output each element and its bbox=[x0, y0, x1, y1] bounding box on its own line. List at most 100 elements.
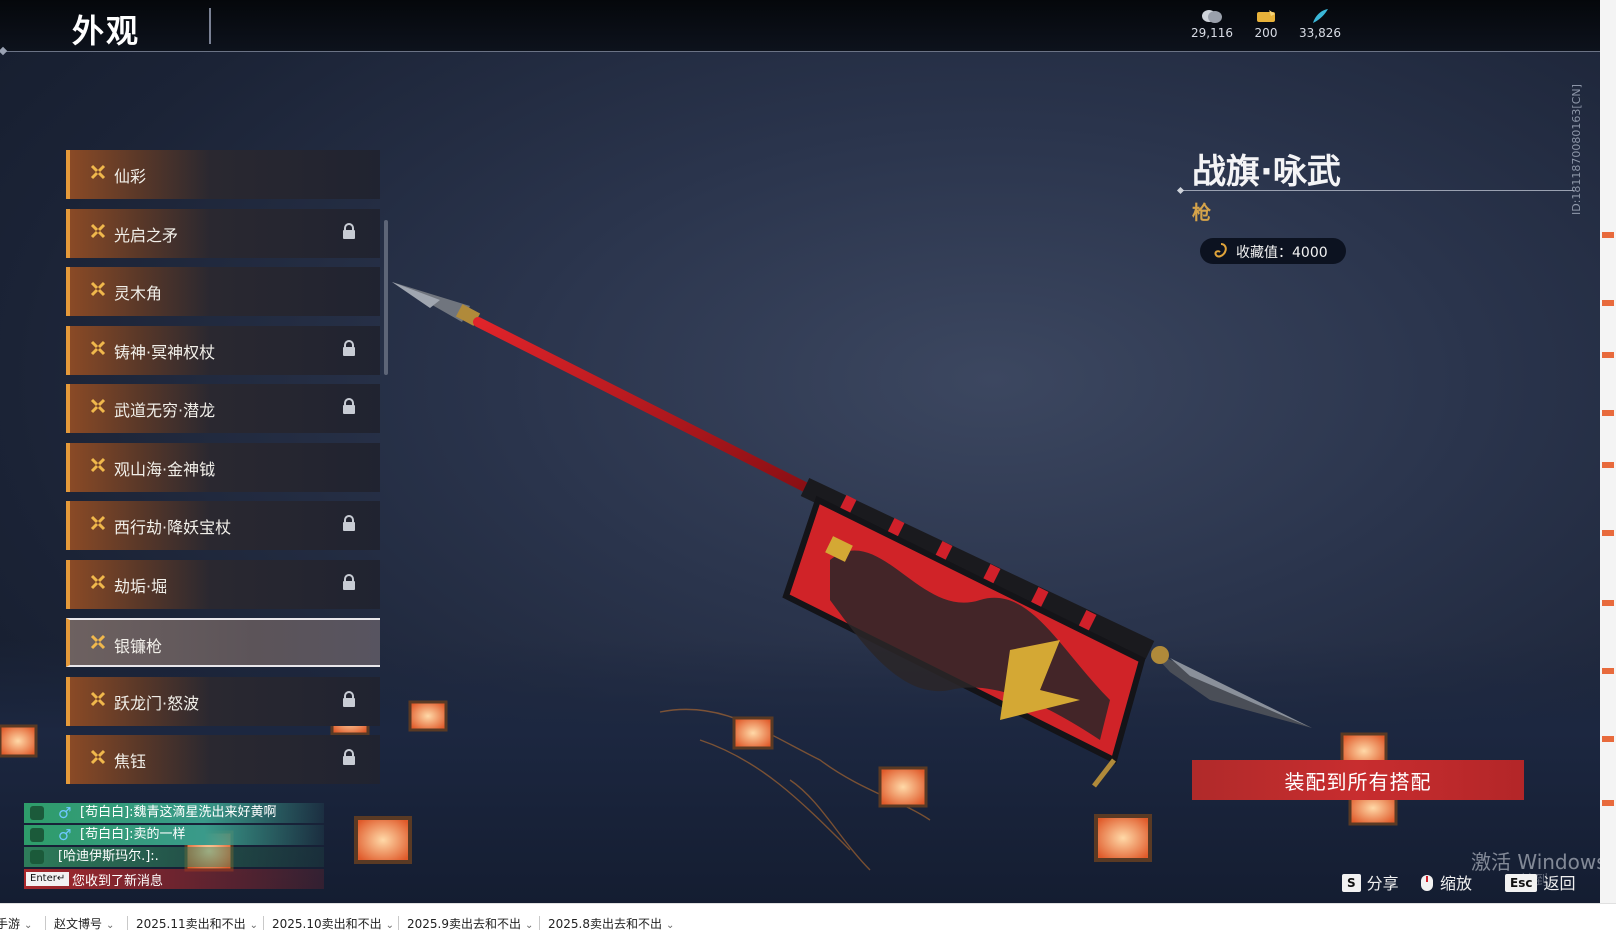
appearance-item-label: 铸神·冥神权杖 bbox=[114, 342, 216, 362]
currency-coin: 29,116 bbox=[1184, 8, 1240, 40]
ticket-amount: 200 bbox=[1254, 26, 1278, 40]
lock-icon bbox=[343, 515, 355, 531]
title-divider bbox=[209, 8, 211, 44]
share-key: S bbox=[1342, 874, 1361, 892]
sheet-tab[interactable]: 2025.11卖出和不出 ⌄ bbox=[136, 915, 258, 932]
male-icon: ♂ bbox=[58, 826, 72, 844]
appearance-item[interactable]: 铸神·冥神权杖 bbox=[66, 325, 380, 375]
weapon-type: 枪 bbox=[1192, 202, 1212, 224]
list-scrollbar[interactable] bbox=[384, 220, 388, 375]
weapon-mark-icon bbox=[90, 223, 106, 238]
appearance-item-label: 劫垢·堀 bbox=[114, 576, 168, 596]
sheet-tab[interactable]: 2025.10卖出和不出 ⌄ bbox=[272, 915, 394, 932]
weapon-mark-icon bbox=[90, 281, 106, 297]
appearance-item[interactable]: 跃龙门·怒波 bbox=[66, 676, 380, 726]
weapon-mark-icon bbox=[90, 691, 106, 706]
appearance-item[interactable]: 银镰枪 bbox=[66, 618, 380, 667]
collection-value: 收藏值：4000 bbox=[1236, 245, 1328, 261]
appearance-item[interactable]: 焦钰 bbox=[66, 735, 380, 784]
page-title: 外观 bbox=[72, 12, 141, 50]
chevron-down-icon: ⌄ bbox=[666, 920, 675, 931]
weapon-mark-icon bbox=[90, 749, 106, 765]
lock-icon bbox=[343, 222, 355, 239]
appearance-item[interactable]: 劫垢·堀 bbox=[66, 559, 380, 609]
enter-key: Enter↵ bbox=[26, 872, 70, 886]
tab-separator bbox=[45, 916, 46, 930]
currency-ticket: 200 bbox=[1238, 8, 1294, 40]
build-id: ID:1811870080163[CN] bbox=[1570, 84, 1583, 215]
lock-icon bbox=[343, 398, 355, 414]
player-badge-icon bbox=[30, 806, 44, 820]
name-underline bbox=[1182, 190, 1574, 191]
tab-separator bbox=[398, 916, 399, 930]
top-bar: 外观 29,116 200 33,826 bbox=[0, 0, 1600, 52]
weapon-mark-icon bbox=[90, 574, 106, 589]
chevron-down-icon: ⌄ bbox=[385, 920, 395, 931]
share-hint[interactable]: S 分享 bbox=[1342, 870, 1399, 893]
tab-separator bbox=[127, 916, 128, 930]
appearance-item[interactable]: 仙彩 bbox=[66, 150, 380, 199]
weapon-mark-icon bbox=[90, 340, 106, 355]
appearance-item-label: 焦钰 bbox=[114, 752, 147, 771]
feather-icon bbox=[1313, 9, 1328, 23]
collection-icon bbox=[1214, 243, 1227, 258]
appearance-item-label: 灵木角 bbox=[114, 284, 163, 303]
appearance-item-label: 西行劫·降妖宝杖 bbox=[114, 518, 232, 537]
zoom-hint[interactable]: 缩放 bbox=[1420, 870, 1473, 893]
player-badge-icon bbox=[30, 828, 44, 842]
coin-amount: 29,116 bbox=[1191, 26, 1233, 40]
appearance-item[interactable]: 武道无穷·潜龙 bbox=[66, 384, 380, 433]
appearance-item-label: 跃龙门·怒波 bbox=[114, 693, 200, 713]
appearance-item-label: 光启之矛 bbox=[114, 225, 179, 245]
mouse-icon bbox=[1421, 875, 1433, 891]
chevron-down-icon: ⌄ bbox=[24, 920, 33, 931]
sheet-tab[interactable]: 2025.8卖出去和不出 ⌄ bbox=[548, 915, 674, 932]
currency-feather: 33,826 bbox=[1292, 8, 1348, 40]
ticket-icon bbox=[1257, 10, 1275, 22]
weapon-name: 战旗·咏武 bbox=[1192, 152, 1341, 192]
sheet-tab-bar: 手游 ⌄ 赵文博号 ⌄ 2025.11卖出和不出 ⌄ 2025.10卖出和不出 ⌄ 2025.9… bbox=[0, 903, 1616, 939]
chat-message: ♂ [苟白白]:卖的一样 bbox=[24, 825, 324, 845]
weapon-mark-icon bbox=[90, 457, 106, 472]
appearance-item[interactable]: 灵木角 bbox=[66, 267, 380, 316]
appearance-item[interactable]: 观山海·金神钺 bbox=[66, 442, 380, 492]
appearance-item[interactable]: 光启之矛 bbox=[66, 208, 380, 258]
weapon-mark-icon bbox=[90, 515, 106, 531]
appearance-item-label: 仙彩 bbox=[114, 167, 147, 186]
new-message-notice: 您收到了新消息 bbox=[72, 874, 164, 889]
chevron-down-icon: ⌄ bbox=[106, 920, 115, 931]
equip-to-all-outfits-button[interactable]: 装配到所有搭配 bbox=[1192, 760, 1524, 800]
tab-separator bbox=[263, 916, 264, 930]
appearance-item-label: 银镰枪 bbox=[114, 637, 163, 656]
appearance-item-label: 观山海·金神钺 bbox=[114, 459, 216, 479]
collection-value-badge: 收藏值：4000 bbox=[1200, 238, 1346, 264]
lock-icon bbox=[343, 339, 355, 356]
chat-panel[interactable]: ♂ [苟白白]:魏青这滴星洗出来好黄啊 ♂ [苟白白]:卖的一样 [哈迪伊斯玛尔… bbox=[24, 803, 324, 889]
appearance-list[interactable]: 仙彩光启之矛灵木角铸神·冥神权杖 武道无穷·潜龙 观山海·金神钺 西行劫·降妖宝杖 劫垢… bbox=[66, 150, 380, 790]
sheet-tab[interactable]: 赵文博号 ⌄ bbox=[54, 915, 114, 932]
zoom-label: 缩放 bbox=[1440, 874, 1473, 893]
weapon-mark-icon bbox=[90, 634, 106, 650]
chat-input-bar[interactable]: Enter↵ 您收到了新消息 bbox=[24, 869, 324, 889]
lock-icon bbox=[343, 749, 355, 765]
background-window-edge bbox=[1600, 0, 1616, 903]
feather-amount: 33,826 bbox=[1299, 26, 1341, 40]
share-label: 分享 bbox=[1366, 874, 1399, 893]
coin-icon bbox=[1202, 10, 1222, 23]
sheet-tab[interactable]: 2025.9卖出去和不出 ⌄ bbox=[407, 915, 533, 932]
chat-message: ♂ [苟白白]:魏青这滴星洗出来好黄啊 bbox=[24, 803, 324, 823]
appearance-item[interactable]: 西行劫·降妖宝杖 bbox=[66, 501, 380, 550]
game-viewport: 外观 29,116 200 33,826 ID:1811870080163[CN… bbox=[0, 0, 1600, 903]
tab-separator bbox=[539, 916, 540, 930]
back-key: Esc bbox=[1505, 874, 1538, 892]
player-badge-icon bbox=[30, 850, 44, 864]
sheet-tab[interactable]: 手游 ⌄ bbox=[0, 915, 32, 932]
appearance-item-label: 武道无穷·潜龙 bbox=[114, 401, 216, 420]
back-label: 返回 bbox=[1543, 874, 1576, 893]
lock-icon bbox=[343, 690, 355, 707]
spear bbox=[392, 282, 1312, 788]
chevron-down-icon: ⌄ bbox=[525, 920, 534, 931]
lock-icon bbox=[343, 573, 355, 590]
chevron-down-icon: ⌄ bbox=[249, 920, 259, 931]
back-hint[interactable]: Esc 返回 bbox=[1505, 870, 1576, 893]
